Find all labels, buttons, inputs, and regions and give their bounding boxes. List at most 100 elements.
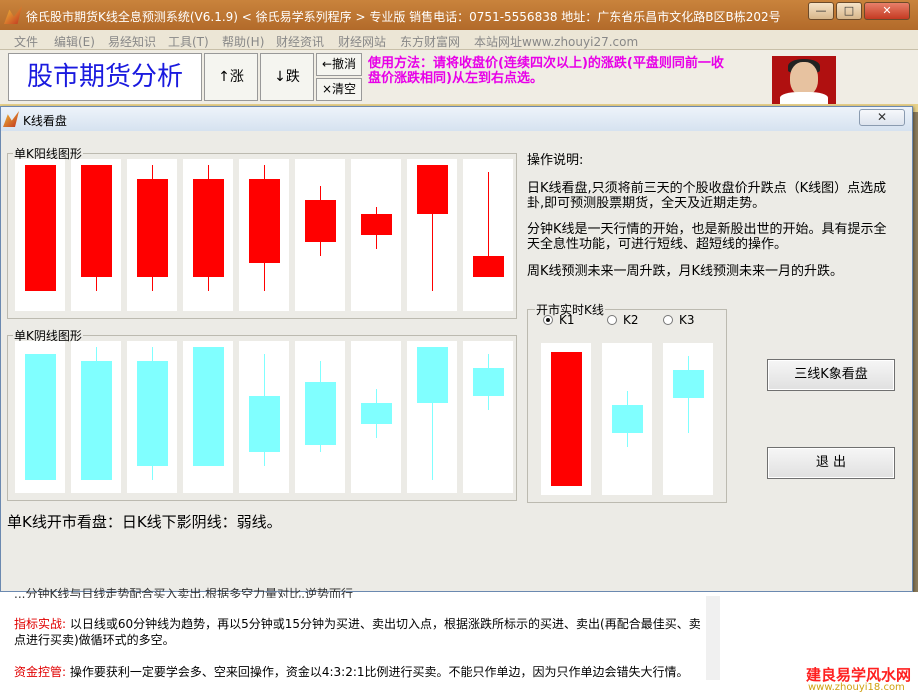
kline-status-text: 单K线开市看盘：日K线下影阴线：弱线。 [7,513,282,531]
yin-candle-6[interactable] [295,341,345,493]
app-logo-icon [4,6,22,24]
bottom-line-capital: 资金控管: 操作要获利一定要学会多、空来回操作，资金以4:3:2:1比例进行买卖… [14,664,704,680]
candle-body [305,382,336,445]
candle-body [193,347,224,466]
main-title-bar: 徐氏股市期货K线全息预测系统(V6.1.9) < 徐氏易学系列程序 > 专业版 … [0,0,918,30]
candle-body [361,403,392,424]
candle-body [137,361,168,466]
maximize-button[interactable]: □ [836,2,862,20]
menu-tools[interactable]: 工具(T) [168,33,209,50]
candle-body [249,396,280,452]
kline-dialog: K线看盘 ✕ 单K阳线图形 单K阴线图形 开市实时K线 K1 K2 K3 操作说… [0,106,913,592]
candle-body [305,200,336,242]
yin-candle-9[interactable] [463,341,513,493]
candle-body [417,347,448,403]
radio-k2-label: K2 [623,313,639,327]
yin-candle-2[interactable] [71,341,121,493]
desc-p1-line1: 日K线看盘,只须将前三天的个股收盘价升跌点（K线图）点选成 [527,181,887,196]
menu-edit[interactable]: 编辑(E) [54,33,95,50]
yang-candle-8[interactable] [407,159,457,311]
yang-candle-6[interactable] [295,159,345,311]
yin-candle-5[interactable] [239,341,289,493]
desc-p3: 周K线预测未来一周升跌，月K线预测未来一月的升跌。 [527,264,844,279]
capital-label: 资金控管: [14,665,67,679]
yang-candle-7[interactable] [351,159,401,311]
indicator-text-b: 点进行买卖)做循环式的多空。 [14,633,175,647]
candle-body [81,361,112,480]
candle-body [249,179,280,263]
yang-candle-5[interactable] [239,159,289,311]
indicator-text-a: 以日线或60分钟线为趋势，再以5分钟或15分钟为买进、卖出切入点，根据涨跌所标示… [66,617,701,631]
yin-candle-3[interactable] [127,341,177,493]
author-photo [772,56,836,104]
candle-body [361,214,392,235]
realtime-candle-3[interactable] [663,343,713,495]
menu-file[interactable]: 文件 [14,33,38,50]
bottom-text-area: ...分钟K线与日线走势配合买入卖出,根据多空力量对比,逆势而行 指标实战: 以… [0,587,918,694]
radio-k2-indicator[interactable] [607,315,617,325]
yin-candle-1[interactable] [15,341,65,493]
three-line-k-button[interactable]: 三线K象看盘 [767,359,895,391]
yin-candle-4[interactable] [183,341,233,493]
undo-button[interactable]: ←撤消 [316,53,362,76]
watermark-url: www.zhouyi18.com [808,682,905,693]
yang-candle-2[interactable] [71,159,121,311]
radio-k1-indicator[interactable] [543,315,553,325]
exit-button[interactable]: 退 出 [767,447,895,479]
candle-body [551,351,582,487]
yang-candle-4[interactable] [183,159,233,311]
candle-body [137,179,168,277]
menu-site-url[interactable]: 本站网址www.zhouyi27.com [474,33,638,50]
capital-text: 操作要获利一定要学会多、空来回操作，资金以4:3:2:1比例进行买卖。不能只作单… [66,665,689,679]
bottom-scrollbar[interactable] [706,596,720,680]
candle-body [612,405,643,433]
menu-finance-sites[interactable]: 财经网站 [338,33,386,50]
radio-k1[interactable]: K1 [543,313,575,327]
radio-k1-label: K1 [559,313,575,327]
realtime-candle-2[interactable] [602,343,652,495]
dialog-logo-icon [3,111,19,127]
menu-yijing[interactable]: 易经知识 [108,33,156,50]
yang-candle-3[interactable] [127,159,177,311]
app-title-banner: 股市期货分析 [8,53,202,101]
indicator-label: 指标实战: [14,617,67,631]
yin-candle-7[interactable] [351,341,401,493]
main-window-title: 徐氏股市期货K线全息预测系统(V6.1.9) < 徐氏易学系列程序 > 专业版 … [26,10,781,24]
menu-help[interactable]: 帮助(H) [222,33,264,50]
bottom-line-indicator: 指标实战: 以日线或60分钟线为趋势，再以5分钟或15分钟为买进、卖出切入点，根… [14,616,704,632]
close-button[interactable]: ✕ [864,2,910,20]
minimize-button[interactable]: — [808,2,834,20]
yang-candle-9[interactable] [463,159,513,311]
candle-body [473,256,504,277]
candle-body [473,368,504,396]
yin-candle-8[interactable] [407,341,457,493]
desc-p1-line2: 卦,即可预测股票期货，全天及近期走势。 [527,196,766,211]
down-button[interactable]: ↓跌 [260,53,314,101]
dialog-close-button[interactable]: ✕ [859,109,905,126]
desc-p2-line1: 分钟K线是一天行情的开始，也是新股出世的开始。具有提示全 [527,222,887,237]
up-button[interactable]: ↑涨 [204,53,258,101]
clear-button[interactable]: ×清空 [316,78,362,101]
candle-body [193,179,224,277]
toolbar: 股市期货分析 ↑涨 ↓跌 ←撤消 ×清空 使用方法：请将收盘价(连续四次以上)的… [0,50,918,104]
candle-body [673,370,704,398]
yang-candle-1[interactable] [15,159,65,311]
dialog-title: K线看盘 [23,114,67,128]
radio-k3-label: K3 [679,313,695,327]
realtime-candle-1[interactable] [541,343,591,495]
candle-body [81,165,112,277]
usage-instructions: 使用方法：请将收盘价(连续四次以上)的涨跌(平盘则同前一收盘价涨跌相同)从左到右… [368,56,724,86]
candle-body [25,354,56,480]
menu-bar: 文件 编辑(E) 易经知识 工具(T) 帮助(H) 财经资讯 财经网站 东方财富… [0,30,918,50]
radio-k3-indicator[interactable] [663,315,673,325]
menu-finance-news[interactable]: 财经资讯 [276,33,324,50]
desc-p2-line2: 天全息性功能，可进行短线、超短线的操作。 [527,237,788,252]
menu-eastmoney[interactable]: 东方财富网 [400,33,460,50]
candle-body [417,165,448,214]
radio-k3[interactable]: K3 [663,313,695,327]
radio-k2[interactable]: K2 [607,313,639,327]
desc-title: 操作说明: [527,153,584,168]
candle-body [25,165,56,291]
dialog-title-bar: K线看盘 ✕ [1,107,912,131]
bottom-line-partial: ...分钟K线与日线走势配合买入卖出,根据多空力量对比,逆势而行 [14,587,353,598]
